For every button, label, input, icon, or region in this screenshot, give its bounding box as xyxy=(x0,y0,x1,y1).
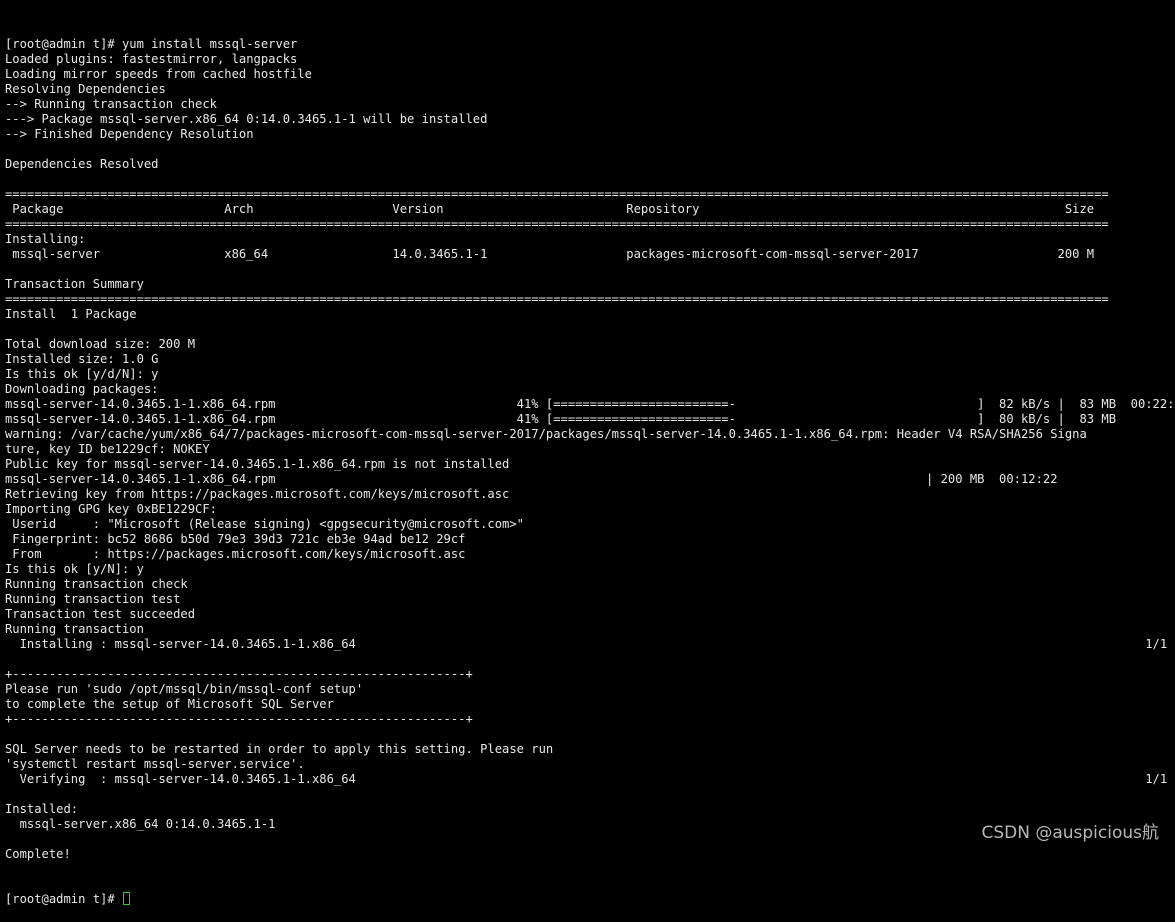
terminal-line: to complete the setup of Microsoft SQL S… xyxy=(5,697,334,711)
terminal-line: Is this ok [y/d/N]: y xyxy=(5,367,159,381)
terminal-line: Running transaction test xyxy=(5,592,181,606)
terminal-line: ture, key ID be1229cf: NOKEY xyxy=(5,442,210,456)
terminal-line: mssql-server-14.0.3465.1-1.x86_64.rpm | … xyxy=(5,472,1058,486)
terminal-line: [root@admin t]# yum install mssql-server xyxy=(5,37,298,51)
terminal-line: mssql-server x86_64 14.0.3465.1-1 packag… xyxy=(5,247,1095,261)
terminal-line: mssql-server-14.0.3465.1-1.x86_64.rpm 41… xyxy=(5,397,1175,411)
terminal-line: Transaction test succeeded xyxy=(5,607,196,621)
terminal-line: Fingerprint: bc52 8686 b50d 79e3 39d3 72… xyxy=(5,532,466,546)
terminal-line: Package Arch Version Repository Size xyxy=(5,202,1095,216)
terminal-line: Running transaction check xyxy=(5,577,188,591)
prompt-line[interactable]: [root@admin t]# xyxy=(5,892,1175,907)
terminal-line: --> Running transaction check xyxy=(5,97,217,111)
cursor-icon xyxy=(122,892,130,905)
terminal-output[interactable]: [root@admin t]# yum install mssql-server… xyxy=(5,7,1175,922)
terminal-line: mssql-server-14.0.3465.1-1.x86_64.rpm 41… xyxy=(5,412,1117,426)
terminal-line: Public key for mssql-server-14.0.3465.1-… xyxy=(5,457,510,471)
terminal-line: Resolving Dependencies xyxy=(5,82,166,96)
terminal-line: Transaction Summary xyxy=(5,277,144,291)
terminal-line: Total download size: 200 M xyxy=(5,337,196,351)
terminal-line: Please run 'sudo /opt/mssql/bin/mssql-co… xyxy=(5,682,364,696)
terminal-line: Dependencies Resolved xyxy=(5,157,159,171)
watermark: CSDN @auspicious航 xyxy=(981,823,1159,843)
terminal-line: Installing: xyxy=(5,232,86,246)
terminal-line: ========================================… xyxy=(5,292,1109,306)
terminal-line: +---------------------------------------… xyxy=(5,667,473,681)
terminal-line: 'systemctl restart mssql-server.service'… xyxy=(5,757,305,771)
terminal-line: Installing : mssql-server-14.0.3465.1-1.… xyxy=(5,637,1168,651)
terminal-line: Complete! xyxy=(5,847,71,861)
terminal-line: Installed size: 1.0 G xyxy=(5,352,159,366)
terminal-line: Retrieving key from https://packages.mic… xyxy=(5,487,510,501)
terminal-line: +---------------------------------------… xyxy=(5,712,473,726)
terminal-line: ---> Package mssql-server.x86_64 0:14.0.… xyxy=(5,112,488,126)
terminal-line: ========================================… xyxy=(5,217,1109,231)
terminal-line: From : https://packages.microsoft.com/ke… xyxy=(5,547,466,561)
terminal-lines: [root@admin t]# yum install mssql-server… xyxy=(5,37,1175,862)
terminal-line: Loading mirror speeds from cached hostfi… xyxy=(5,67,312,81)
terminal-line: Install 1 Package xyxy=(5,307,137,321)
terminal-line: Verifying : mssql-server-14.0.3465.1-1.x… xyxy=(5,772,1168,786)
terminal-line: warning: /var/cache/yum/x86_64/7/package… xyxy=(5,427,1087,441)
terminal-line: Running transaction xyxy=(5,622,144,636)
terminal-line: Userid : "Microsoft (Release signing) <g… xyxy=(5,517,524,531)
terminal-line: Loaded plugins: fastestmirror, langpacks xyxy=(5,52,298,66)
terminal-line: --> Finished Dependency Resolution xyxy=(5,127,254,141)
terminal-line: Downloading packages: xyxy=(5,382,159,396)
terminal-line: Is this ok [y/N]: y xyxy=(5,562,144,576)
terminal-line: SQL Server needs to be restarted in orde… xyxy=(5,742,554,756)
shell-prompt: [root@admin t]# xyxy=(5,892,122,906)
terminal-line: Importing GPG key 0xBE1229CF: xyxy=(5,502,217,516)
terminal-line: ========================================… xyxy=(5,187,1109,201)
terminal-line: Installed: xyxy=(5,802,79,816)
